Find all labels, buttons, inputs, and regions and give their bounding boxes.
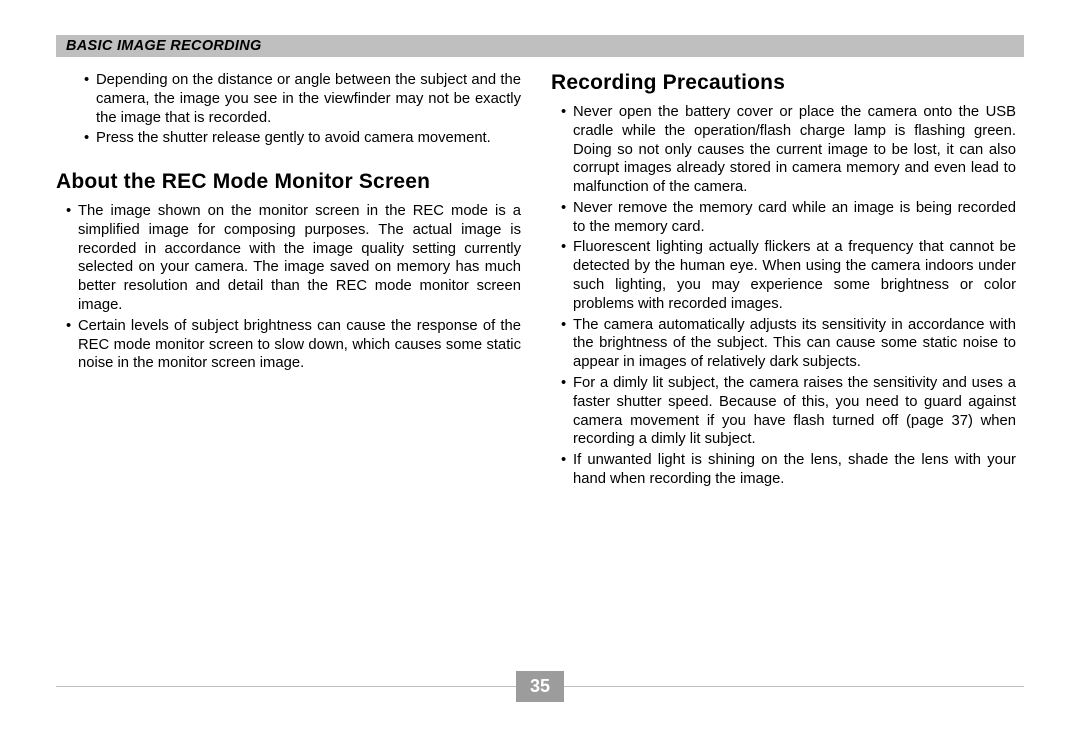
list-item: For a dimly lit subject, the camera rais… bbox=[561, 374, 1016, 449]
footer-rule-right bbox=[564, 686, 1024, 688]
left-bullet-list: The image shown on the monitor screen in… bbox=[56, 202, 521, 373]
page-number: 35 bbox=[516, 671, 564, 702]
left-column: Depending on the distance or angle betwe… bbox=[56, 71, 521, 491]
list-item: Never open the battery cover or place th… bbox=[561, 103, 1016, 197]
section-header-band: BASIC IMAGE RECORDING bbox=[56, 35, 1024, 57]
section-header-title: BASIC IMAGE RECORDING bbox=[66, 38, 262, 54]
right-heading: Recording Precautions bbox=[551, 71, 1016, 95]
list-item: If unwanted light is shining on the lens… bbox=[561, 451, 1016, 489]
list-item: The image shown on the monitor screen in… bbox=[66, 202, 521, 315]
list-item: Fluorescent lighting actually flickers a… bbox=[561, 238, 1016, 313]
left-heading: About the REC Mode Monitor Screen bbox=[56, 170, 521, 194]
list-item: Certain levels of subject brightness can… bbox=[66, 317, 521, 373]
list-item: The camera automatically adjusts its sen… bbox=[561, 316, 1016, 372]
footer-rule-left bbox=[56, 686, 516, 688]
list-item: Press the shutter release gently to avoi… bbox=[84, 129, 521, 148]
left-top-bullet-list: Depending on the distance or angle betwe… bbox=[56, 71, 521, 148]
right-column: Recording Precautions Never open the bat… bbox=[551, 71, 1016, 491]
manual-page: BASIC IMAGE RECORDING Depending on the d… bbox=[0, 0, 1080, 730]
content-columns: Depending on the distance or angle betwe… bbox=[56, 71, 1024, 491]
page-footer: 35 bbox=[56, 671, 1024, 702]
right-bullet-list: Never open the battery cover or place th… bbox=[551, 103, 1016, 489]
list-item: Never remove the memory card while an im… bbox=[561, 199, 1016, 237]
list-item: Depending on the distance or angle betwe… bbox=[84, 71, 521, 127]
